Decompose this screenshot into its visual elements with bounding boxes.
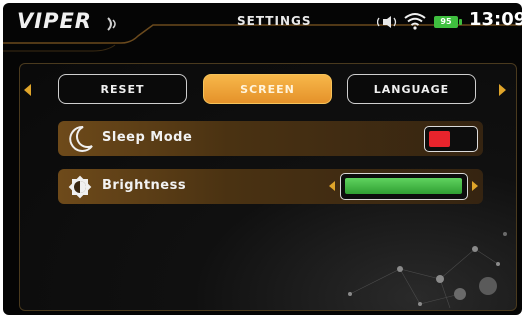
logo-signal-icon (107, 17, 116, 31)
brightness-level-fill (345, 178, 462, 194)
brightness-row: Brightness (58, 169, 483, 204)
sleep-mode-toggle[interactable] (424, 126, 478, 152)
brightness-label: Brightness (102, 178, 187, 193)
device-screen: VIPER SETTINGS 95 13:09 RESET SCREEN LAN… (3, 3, 522, 315)
tab-screen[interactable]: SCREEN (203, 74, 332, 104)
header-bar: VIPER SETTINGS 95 13:09 (3, 3, 522, 52)
battery-indicator: 95 (434, 16, 462, 28)
brightness-increase-arrow[interactable] (472, 181, 478, 191)
viper-logo: VIPER (17, 9, 92, 33)
sleep-mode-label: Sleep Mode (102, 130, 193, 145)
wifi-icon (404, 13, 426, 30)
moon-icon (69, 125, 93, 152)
sleep-mode-toggle-knob (429, 131, 450, 147)
brightness-icon (68, 175, 92, 199)
tab-scroll-left-arrow[interactable] (24, 84, 31, 96)
sleep-mode-row: Sleep Mode (58, 121, 483, 156)
brightness-slider[interactable] (340, 173, 468, 200)
speaker-volume-icon (377, 16, 397, 28)
tab-scroll-right-arrow[interactable] (499, 84, 506, 96)
tab-reset[interactable]: RESET (58, 74, 187, 104)
battery-level: 95 (440, 17, 452, 26)
clock-time: 13:09 (469, 9, 522, 30)
brightness-decrease-arrow[interactable] (329, 181, 335, 191)
page-title: SETTINGS (237, 14, 312, 28)
tab-language[interactable]: LANGUAGE (347, 74, 476, 104)
